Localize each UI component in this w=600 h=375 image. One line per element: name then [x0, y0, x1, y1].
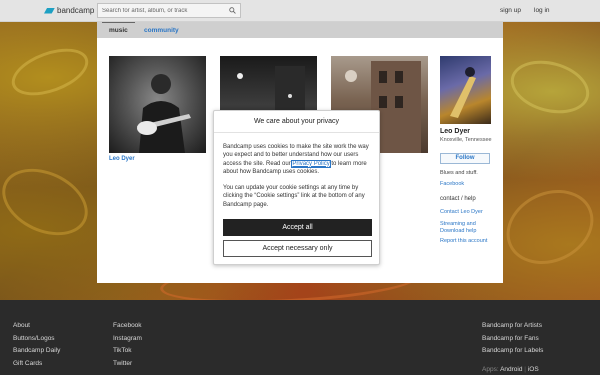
privacy-policy-link[interactable]: Privacy Policy [291, 159, 331, 168]
accept-necessary-button[interactable]: Accept necessary only [223, 240, 372, 257]
cookie-consent-dialog: We care about your privacy Bandcamp uses… [213, 110, 380, 265]
cookie-settings-paragraph: You can update your cookie settings at a… [223, 185, 365, 208]
cookie-dialog-paragraph: Bandcamp uses cookies to make the site w… [223, 143, 373, 176]
cookie-dialog-title: We care about your privacy [214, 111, 379, 133]
accept-all-button[interactable]: Accept all [223, 219, 372, 236]
